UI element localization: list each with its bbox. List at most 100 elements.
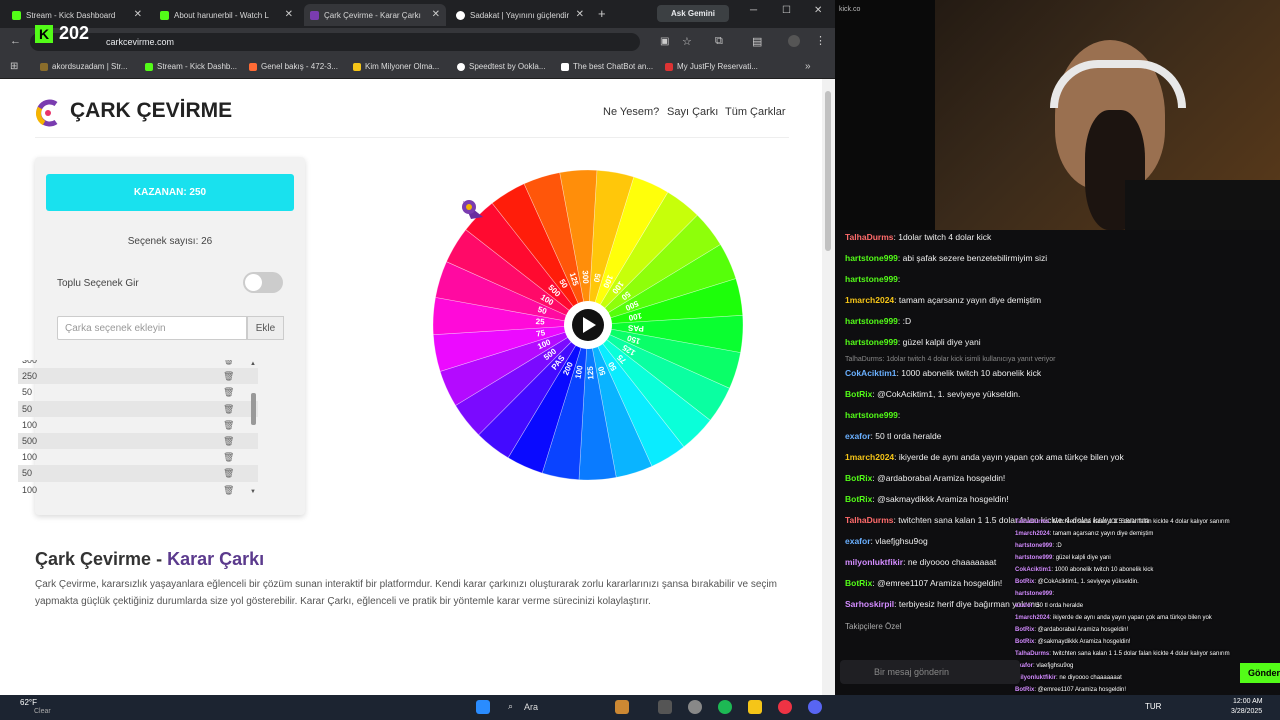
bookmark-item[interactable]: akordsuzadam | Str... [40, 62, 127, 71]
chat-username[interactable]: BotRix [845, 494, 872, 504]
apps-grid-icon[interactable]: ⊞ [10, 61, 18, 72]
maximize-icon[interactable]: ☐ [782, 5, 791, 16]
overlay-text: : 50 tl orda heralde [1033, 603, 1084, 609]
trash-icon[interactable]: 🗑 [223, 449, 234, 465]
trash-icon[interactable]: 🗑 [223, 384, 234, 400]
cast-icon[interactable]: ▣ [660, 36, 669, 47]
chat-message-input[interactable]: Bir mesaj gönderin [840, 660, 1020, 684]
ask-gemini-button[interactable]: Ask Gemini [657, 5, 729, 22]
new-tab-button[interactable]: + [598, 6, 606, 21]
send-button[interactable]: Gönder [1240, 663, 1280, 683]
list-scrollbar[interactable]: ▲ ▼ [250, 361, 258, 495]
chat-username[interactable]: hartstone999 [845, 337, 898, 347]
site-title[interactable]: ÇARK ÇEVİRME [70, 99, 232, 123]
close-icon[interactable]: ✕ [432, 9, 440, 20]
chat-username[interactable]: milyonluktfikir [845, 557, 903, 567]
trash-icon[interactable]: 🗑 [223, 433, 234, 449]
language-indicator[interactable]: TUR [1145, 702, 1161, 711]
bookmark-item[interactable]: Speedtest by Ookla... [457, 62, 546, 71]
bookmark-item[interactable]: Stream - Kick Dashb... [145, 62, 237, 71]
chat-username[interactable]: hartstone999 [845, 274, 898, 284]
page-scrollbar[interactable] [822, 79, 835, 695]
list-item: 50 🗑 [18, 465, 258, 482]
bookmark-item[interactable]: Genel bakış - 472-3... [249, 62, 338, 71]
trash-icon[interactable]: 🗑 [223, 368, 234, 384]
chat-username[interactable]: BotRix [845, 578, 872, 588]
discord-icon[interactable] [808, 700, 822, 714]
option-input[interactable]: Çarka seçenek ekleyin [57, 316, 247, 340]
chat-username[interactable]: exafor [845, 431, 871, 441]
taskbar-search[interactable]: Ara [524, 702, 538, 712]
close-icon[interactable]: ✕ [576, 9, 584, 20]
list-item: 50 🗑 [18, 384, 258, 400]
chat-text: : @sakmaydikkk Aramiza hosgeldin! [872, 494, 1009, 504]
app-icon[interactable] [658, 700, 672, 714]
menu-icon[interactable]: ⋮ [815, 34, 826, 47]
bookmark-star-icon[interactable]: ☆ [682, 35, 692, 48]
close-icon[interactable]: ✕ [134, 9, 142, 20]
options-list: 300 🗑 250 🗑 50 🗑 50 🗑 100 🗑 500 🗑 100 🗑 50 🗑 100… [18, 360, 258, 497]
back-arrow-icon[interactable]: ← [10, 35, 21, 47]
bookmark-item[interactable]: The best ChatBot an... [561, 62, 653, 71]
overlay-text: : :D [1052, 543, 1062, 549]
overlay-text: : @CokAciktim1, 1. seviyeye yükseldin. [1034, 579, 1139, 585]
list-item: 100 🗑 [18, 449, 258, 465]
chat-username[interactable]: Sarhoskirpil [845, 599, 894, 609]
app-icon[interactable] [615, 700, 629, 714]
bookmark-item[interactable]: My JustFly Reservati... [665, 62, 758, 71]
trash-icon[interactable]: 🗑 [223, 417, 234, 433]
overlay-chat-line: hartstone999: :D [1015, 543, 1062, 549]
chat-username[interactable]: TalhaDurms [845, 232, 894, 242]
trash-icon[interactable]: 🗑 [223, 360, 234, 368]
overlay-username: BotRix [1015, 627, 1035, 633]
chat-username[interactable]: 1march2024 [845, 452, 894, 462]
spotify-icon[interactable] [718, 700, 732, 714]
bookmark-item[interactable]: Kim Milyoner Olma... [353, 62, 439, 71]
web-page: ÇARK ÇEVİRME Ne Yesem? Sayı Çarkı Tüm Ça… [0, 79, 822, 695]
extensions-icon[interactable]: ⧉ [715, 35, 723, 48]
tab-cark-cevirme[interactable]: Çark Çevirme - Karar Çarkı ✕ [304, 4, 446, 26]
minimize-icon[interactable]: ─ [750, 5, 757, 16]
trash-icon[interactable]: 🗑 [223, 465, 234, 481]
close-icon[interactable]: ✕ [285, 9, 293, 20]
windows-start-icon[interactable] [476, 700, 490, 714]
more-bookmarks-icon[interactable]: » [805, 61, 811, 72]
search-icon[interactable]: ⌕ [508, 701, 513, 712]
url-bar[interactable]: carkcevirme.com [30, 33, 640, 51]
weather-temp[interactable]: 62°F [20, 698, 37, 707]
chat-message: hartstone999: :D [845, 316, 911, 326]
chat-username[interactable]: hartstone999 [845, 316, 898, 326]
chat-username[interactable]: BotRix [845, 473, 872, 483]
bulk-input-toggle[interactable] [243, 272, 283, 293]
chat-username[interactable]: BotRix [845, 389, 872, 399]
chat-username[interactable]: exafor [845, 536, 871, 546]
scroll-down-icon[interactable]: ▼ [250, 489, 256, 495]
overlay-username: exafor [1015, 603, 1034, 609]
nav-tum-carklar[interactable]: Tüm Çarklar [725, 106, 786, 118]
chat-username[interactable]: TalhaDurms [845, 515, 894, 525]
overlay-chat-line: 1march2024: ikiyerde de aynı anda yayın … [1015, 615, 1212, 621]
folder-icon[interactable] [748, 700, 762, 714]
chat-message: exafor: 50 tl orda heralde [845, 431, 941, 441]
trash-icon[interactable]: 🗑 [223, 401, 234, 417]
app-icon[interactable] [688, 700, 702, 714]
list-scroll-thumb[interactable] [251, 393, 256, 425]
page-scroll-thumb[interactable] [825, 91, 831, 251]
sidepanel-icon[interactable]: ▤ [752, 35, 762, 48]
chrome-icon[interactable] [778, 700, 792, 714]
scroll-up-icon[interactable]: ▲ [250, 361, 256, 367]
profile-avatar[interactable] [788, 35, 800, 47]
tab-sadakat[interactable]: Sadakat | Yayınını güçlendir ✕ [450, 4, 590, 26]
add-option-button[interactable]: Ekle [247, 316, 284, 340]
clock-time[interactable]: 12:00 AM [1233, 698, 1263, 705]
tab-about[interactable]: About harunerbil - Watch L ✕ [154, 4, 299, 26]
chat-username[interactable]: hartstone999 [845, 253, 898, 263]
nav-sayi-carki[interactable]: Sayı Çarkı [667, 106, 718, 118]
chat-username[interactable]: hartstone999 [845, 410, 898, 420]
chat-username[interactable]: 1march2024 [845, 295, 894, 305]
trash-icon[interactable]: 🗑 [223, 482, 234, 498]
nav-ne-yesem[interactable]: Ne Yesem? [603, 106, 659, 118]
close-window-icon[interactable]: ✕ [814, 5, 822, 16]
chat-username[interactable]: CokAciktim1 [845, 368, 897, 378]
site-logo-icon[interactable] [36, 98, 60, 128]
